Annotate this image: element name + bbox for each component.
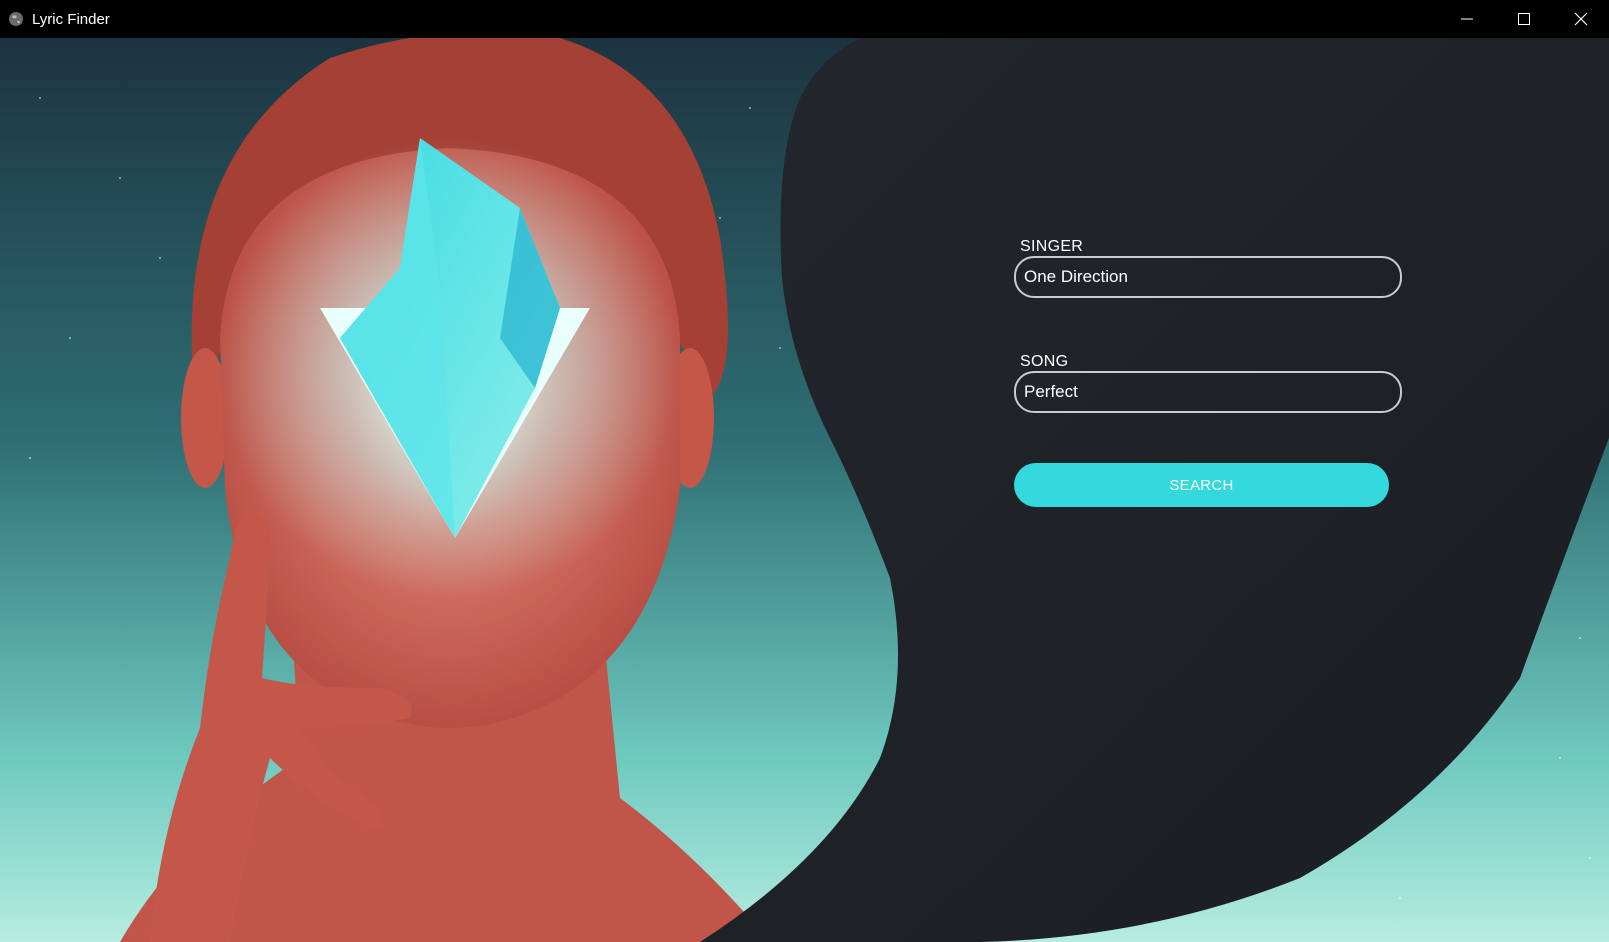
lyric-finder-window: Lyric Finder SINGER One Direction SONG P… xyxy=(0,0,1609,942)
main-content: SINGER SONG SEARCH xyxy=(0,38,1609,942)
title-bar[interactable]: Lyric Finder xyxy=(0,0,1609,38)
singer-label: SINGER xyxy=(1020,238,1084,255)
minimize-icon xyxy=(1460,18,1473,20)
song-input[interactable] xyxy=(1014,371,1402,413)
maximize-button[interactable] xyxy=(1495,0,1552,38)
singer-input[interactable] xyxy=(1014,256,1402,298)
minimize-button[interactable] xyxy=(1438,0,1495,38)
window-title: Lyric Finder xyxy=(32,10,110,28)
globe-icon xyxy=(9,12,23,26)
search-button[interactable]: SEARCH xyxy=(1014,463,1389,507)
close-button[interactable] xyxy=(1552,0,1609,38)
song-label: SONG xyxy=(1020,353,1069,370)
close-icon xyxy=(1574,12,1587,26)
maximize-icon xyxy=(1517,13,1530,25)
window-controls xyxy=(1438,0,1609,38)
